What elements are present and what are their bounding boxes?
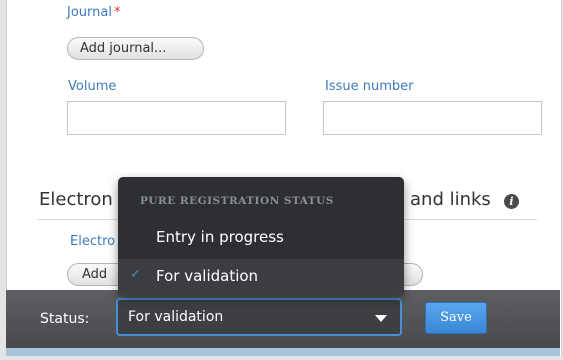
- chevron-down-icon: [375, 315, 387, 322]
- bottom-strip: [6, 348, 560, 356]
- issue-number-input[interactable]: [323, 101, 542, 135]
- journal-label-text: Journal: [67, 5, 112, 20]
- check-icon: ✓: [130, 267, 141, 282]
- dropdown-header: PURE REGISTRATION STATUS: [140, 195, 334, 207]
- section-title-right: and links: [410, 189, 491, 210]
- electronic-sub-label: Electro: [70, 234, 116, 249]
- status-dropdown-menu: PURE REGISTRATION STATUS Entry in progre…: [118, 177, 404, 295]
- add-journal-button[interactable]: Add journal...: [67, 37, 204, 60]
- save-button[interactable]: Save: [425, 302, 487, 334]
- status-bar: Status: For validation Save: [6, 290, 560, 348]
- info-icon[interactable]: i: [504, 194, 519, 209]
- dropdown-option-label: For validation: [156, 267, 259, 285]
- volume-input[interactable]: [67, 101, 286, 135]
- section-title-left: Electron: [39, 189, 113, 210]
- required-marker: *: [113, 5, 121, 20]
- dropdown-option-for-validation[interactable]: ✓ For validation: [118, 259, 404, 295]
- issue-number-label: Issue number: [325, 79, 414, 94]
- status-select[interactable]: For validation: [116, 298, 402, 336]
- dropdown-option-entry-in-progress[interactable]: Entry in progress: [118, 220, 404, 256]
- status-select-value: For validation: [128, 309, 224, 325]
- volume-label: Volume: [68, 79, 117, 94]
- journal-label: Journal *: [67, 5, 120, 20]
- dropdown-option-label: Entry in progress: [156, 228, 284, 246]
- status-label: Status:: [40, 311, 90, 327]
